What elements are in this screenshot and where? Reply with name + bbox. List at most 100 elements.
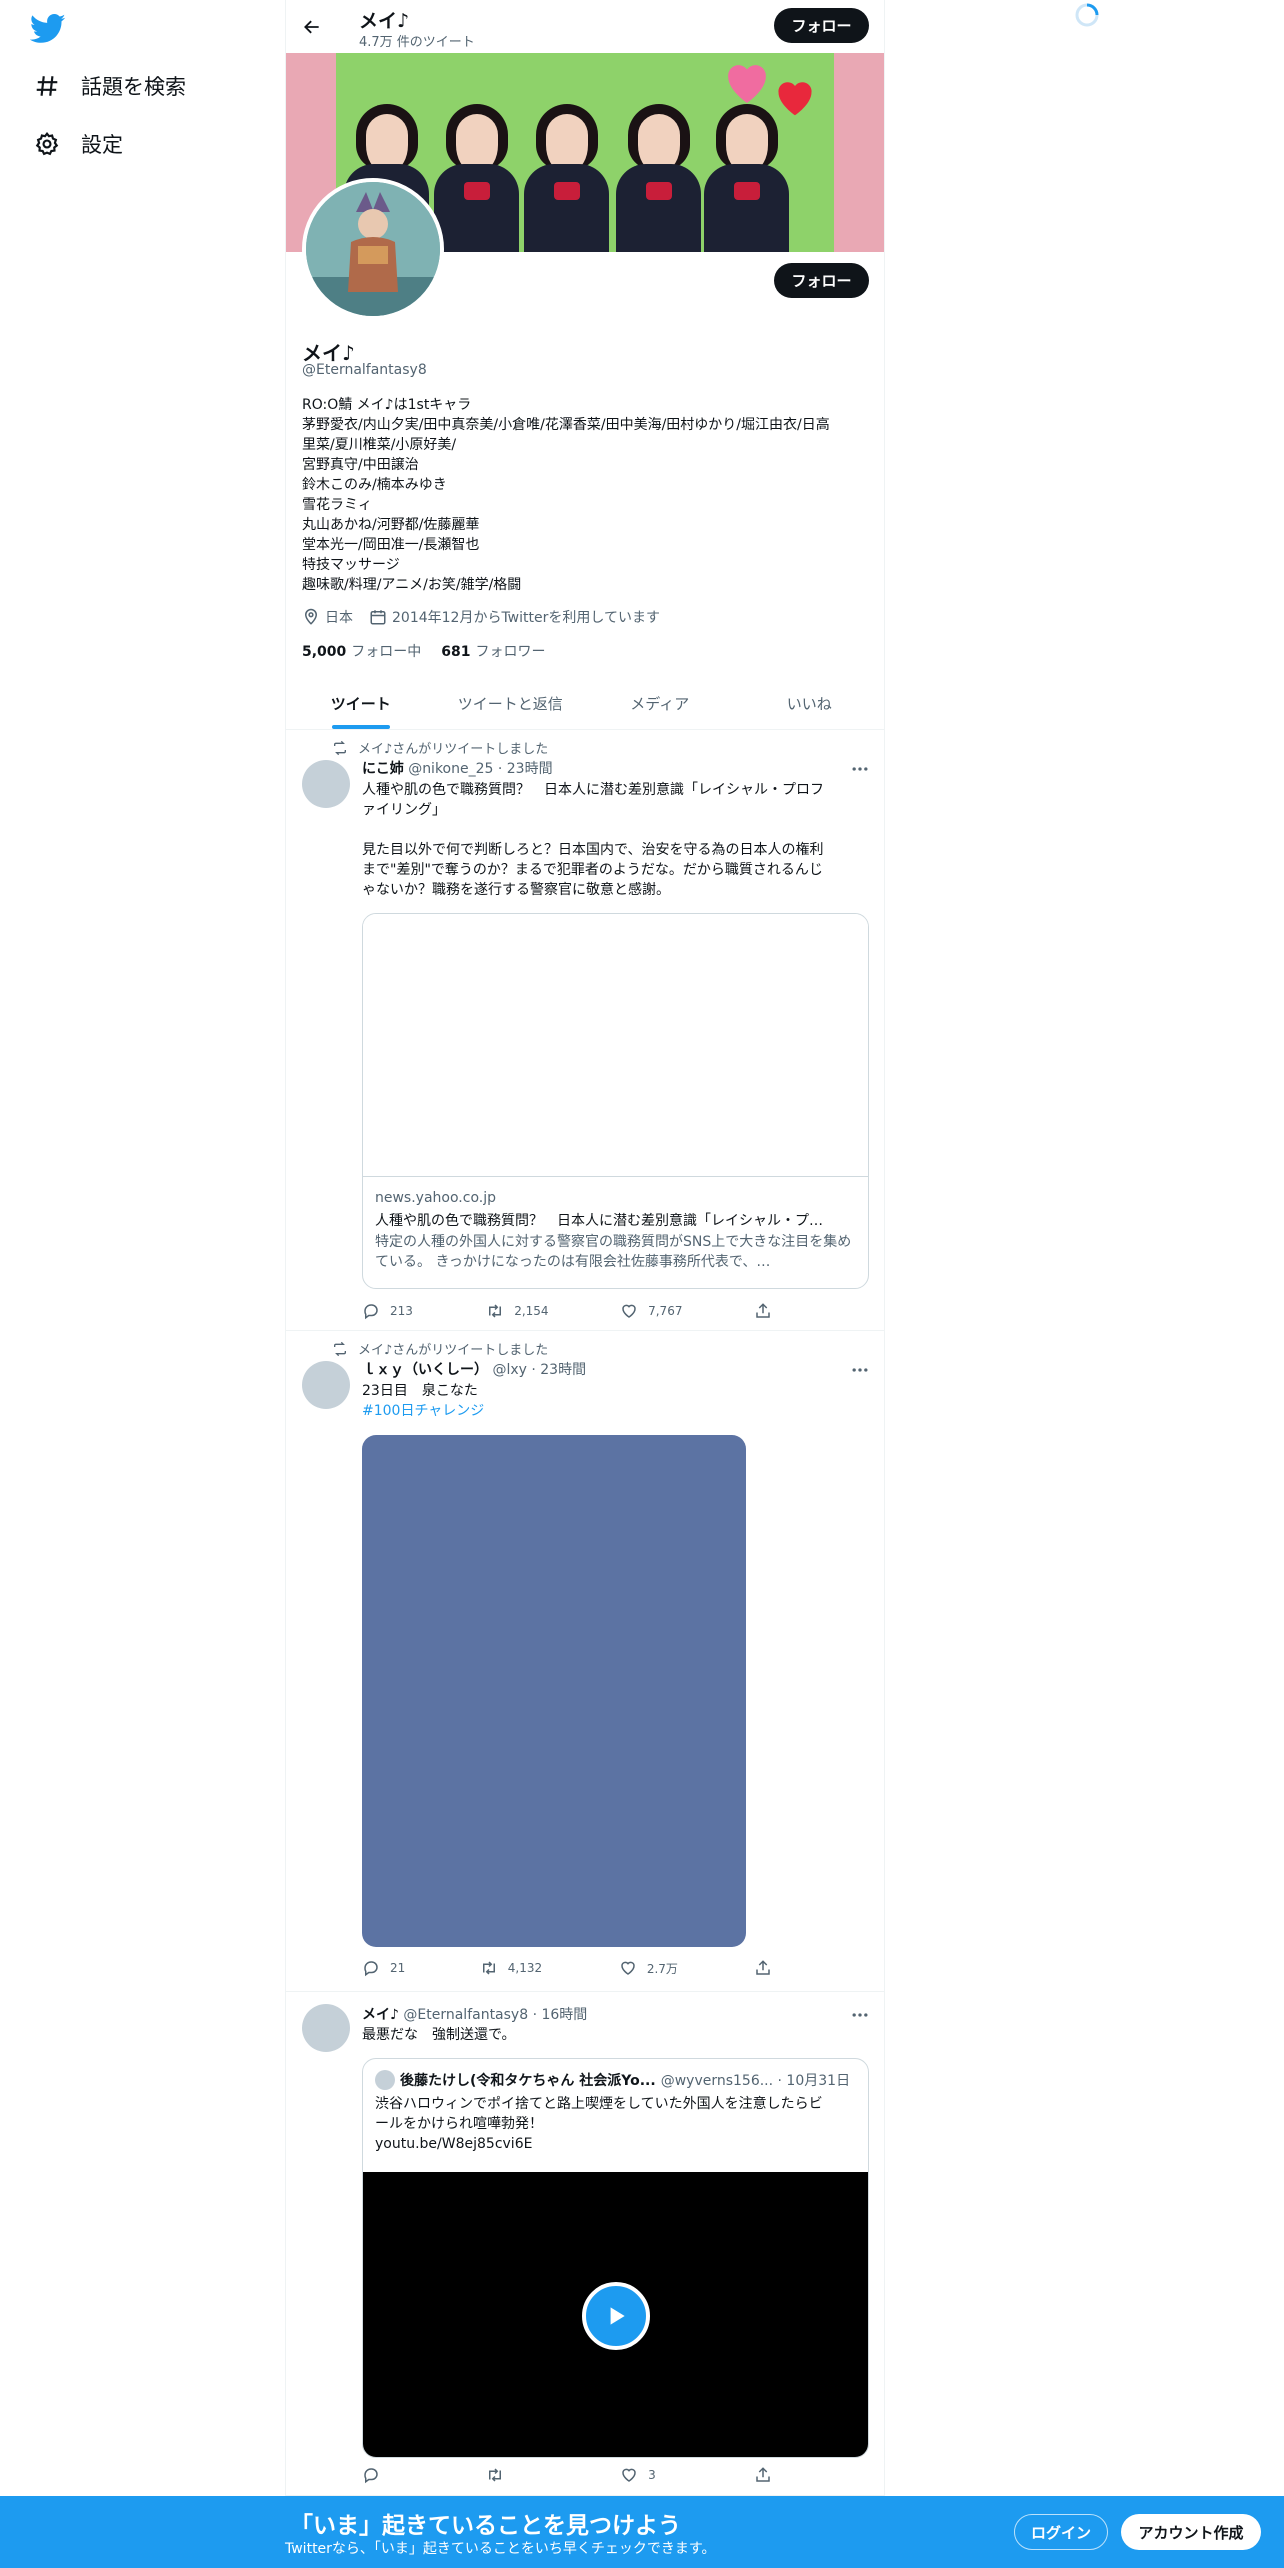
author-name[interactable]: にこ姉: [362, 761, 404, 777]
heart-icon: [622, 1304, 636, 1318]
profile-header-bar: メイ♪ 4.7万 件のツイート フォロー: [286, 0, 884, 53]
reply-button[interactable]: [362, 2466, 486, 2484]
retweet-button[interactable]: 2,154: [486, 1302, 620, 1320]
link-card-domain: news.yahoo.co.jp: [375, 1190, 496, 1206]
retweet-count: 2,154: [514, 1304, 549, 1318]
followers-count: 681: [441, 644, 471, 660]
play-icon[interactable]: [582, 2282, 650, 2350]
profile-avatar[interactable]: [302, 178, 444, 320]
quoted-tweet-header: 後藤たけし(令和タケちゃん 社会派Yo... @wyverns156... · …: [375, 2070, 850, 2090]
author-meta: @Eternalfantasy8 · 16時間: [403, 2007, 588, 2023]
header-tweet-count: 4.7万 件のツイート: [359, 35, 475, 50]
following-label: フォロー中: [351, 644, 422, 660]
more-icon[interactable]: [850, 2005, 870, 2025]
hashtag-link[interactable]: #100日チャレンジ: [362, 1401, 867, 1421]
bio-line: 宮野真守/中田譲治: [302, 457, 419, 473]
retweet-button[interactable]: [486, 2466, 620, 2484]
tweet-text-line: まで"差別"で奪うのか？まるで犯罪者のようだな。だから職質されるんじ: [362, 862, 823, 878]
reply-count: 21: [390, 1961, 406, 1975]
tab-tweets[interactable]: ツイート: [286, 677, 436, 729]
media-image[interactable]: [362, 1435, 746, 1947]
signup-banner-title: 「いま」起きていることを見つけよう: [290, 2513, 681, 2539]
share-button[interactable]: [754, 2466, 782, 2484]
following-link[interactable]: 5,000 フォロー中: [302, 641, 421, 661]
nav-explore[interactable]: 話題を検索: [34, 66, 186, 106]
quoted-link[interactable]: youtu.be/W8ej85cvi6E: [375, 2134, 860, 2154]
like-count: 2.7万: [646, 1961, 678, 1976]
heart-decoration-icon: [778, 82, 812, 116]
tweet-header: メイ♪ @Eternalfantasy8 · 16時間: [362, 2004, 587, 2024]
bio-line: 堂本光一/岡田准一/長瀬智也: [302, 537, 480, 553]
follow-button[interactable]: フォロー: [774, 263, 869, 298]
profile-location: 日本: [302, 607, 353, 627]
signup-banner: 「いま」起きていることを見つけよう Twitterなら、「いま」起きていることを…: [0, 2496, 1284, 2568]
heart-icon: [621, 1961, 635, 1975]
signup-button[interactable]: アカウント作成: [1121, 2514, 1261, 2550]
tab-media[interactable]: メディア: [585, 677, 735, 729]
retweet-note: メイ♪さんがリツイートしました: [332, 738, 548, 757]
quoted-tweet[interactable]: 後藤たけし(令和タケちゃん 社会派Yo... @wyverns156... · …: [362, 2058, 869, 2458]
tweet[interactable]: メイ♪さんがリツイートしました にこ姉 @nikone_25 · 23時間 人種…: [286, 730, 884, 1331]
retweet-icon: [489, 1304, 502, 1318]
more-icon[interactable]: [850, 1360, 870, 1380]
retweet-count: 4,132: [507, 1961, 543, 1975]
tweet-text-line: ゃないか？職務を遂行する警察官に敬意と感謝。: [362, 882, 670, 898]
gear-icon: [34, 131, 60, 157]
banner-figure: [704, 104, 789, 252]
bio-line: 丸山あかね/河野都/佐藤麗華: [302, 517, 480, 533]
header-follow-button[interactable]: フォロー: [774, 8, 869, 43]
signup-banner-subtitle: Twitterなら、「いま」起きていることをいち早くチェックできます。: [285, 2541, 716, 2557]
author-name[interactable]: メイ♪: [362, 2007, 399, 2023]
link-card[interactable]: news.yahoo.co.jp 人種や肌の色で職務質問？ 日本人に潜む差別意識…: [362, 913, 869, 1289]
avatar[interactable]: [302, 1361, 350, 1409]
location-pin-icon: [304, 608, 318, 625]
quoted-tweet-text: 渋谷ハロウィンでポイ捨てと路上喫煙をしていた外国人を注意したらビ ールをかけられ…: [375, 2094, 860, 2154]
bio-line: 趣味歌/料理/アニメ/お笑/雑学/格闘: [302, 577, 522, 593]
tweet[interactable]: メイ♪ @Eternalfantasy8 · 16時間 最悪だな 強制送還で。 …: [286, 1992, 884, 2496]
link-card-image: [363, 914, 868, 1177]
tab-likes[interactable]: いいね: [735, 677, 885, 729]
reply-button[interactable]: 213: [362, 1302, 486, 1320]
back-arrow-icon[interactable]: [298, 13, 326, 41]
retweet-note: メイ♪さんがリツイートしました: [332, 1339, 548, 1358]
reply-count: 213: [390, 1304, 413, 1318]
profile-bio: RO:O鯖 メイ♪は1stキャラ 茅野愛衣/内山夕実/田中真奈美/小倉唯/花澤香…: [302, 395, 868, 595]
video-player[interactable]: [363, 2172, 868, 2457]
header-title: メイ♪: [359, 10, 410, 32]
login-button[interactable]: ログイン: [1014, 2514, 1108, 2550]
followers-link[interactable]: 681 フォロワー: [441, 641, 545, 661]
nav-settings[interactable]: 設定: [34, 124, 123, 164]
like-button[interactable]: 7,767: [620, 1302, 754, 1320]
like-button[interactable]: 2.7万: [619, 1959, 754, 1977]
twitter-logo-icon[interactable]: [30, 14, 66, 44]
like-count: 3: [648, 2468, 656, 2482]
loading-spinner-icon: [1075, 3, 1099, 27]
retweet-button[interactable]: 4,132: [480, 1959, 619, 1977]
hashtag-icon: [34, 73, 60, 99]
tweet-header: にこ姉 @nikone_25 · 23時間: [362, 758, 553, 778]
author-meta: @lxy · 23時間: [492, 1362, 587, 1378]
author-name[interactable]: ｌｘｙ（いくしー）: [362, 1362, 488, 1378]
follow-counts: 5,000 フォロー中 681 フォロワー: [302, 641, 566, 661]
reply-icon: [364, 2468, 378, 2484]
profile-tabs: ツイート ツイートと返信 メディア いいね: [286, 677, 884, 730]
avatar[interactable]: [302, 760, 350, 808]
tweet[interactable]: メイ♪さんがリツイートしました ｌｘｙ（いくしー） @lxy · 23時間 23…: [286, 1331, 884, 1992]
following-count: 5,000: [302, 644, 347, 660]
joined-text: 2014年12月からTwitterを利用しています: [392, 610, 660, 626]
share-icon: [756, 1960, 770, 1975]
share-button[interactable]: [754, 1302, 782, 1320]
reply-button[interactable]: 21: [362, 1959, 480, 1977]
share-button[interactable]: [754, 1959, 782, 1977]
tweet-text-line: [362, 820, 867, 840]
avatar[interactable]: [302, 2004, 350, 2052]
share-icon: [756, 2467, 770, 2482]
more-icon[interactable]: [850, 759, 870, 779]
tweet-text: 最悪だな 強制送還で。: [362, 2025, 867, 2045]
retweet-note-text: メイ♪さんがリツイートしました: [358, 742, 549, 757]
like-button[interactable]: 3: [620, 2466, 754, 2484]
tweet-text-line: 見た目以外で何で判断しろと？日本国内で、治安を守る為の日本人の権利: [362, 842, 824, 858]
tweet-text: 人種や肌の色で職務質問？ 日本人に潜む差別意識「レイシャル・プロフ ァイリング」…: [362, 780, 867, 900]
tab-tweets-and-replies[interactable]: ツイートと返信: [436, 677, 586, 729]
retweet-icon: [334, 740, 346, 755]
